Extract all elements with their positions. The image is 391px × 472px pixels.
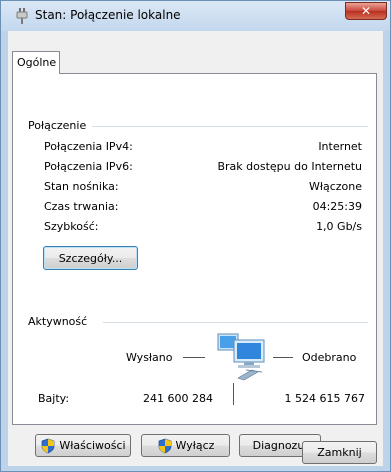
connection-group-divider [83,126,368,127]
window-title: Stan: Połączenie lokalne [35,8,181,22]
properties-label: Właściwości [59,439,126,452]
sent-line [183,357,205,358]
uac-shield-icon [42,438,55,453]
speed-value: 1,0 Gb/s [316,220,362,233]
duration-label: Czas trwania: [44,200,119,213]
properties-button[interactable]: Właściwości [35,434,131,457]
close-label: Zamknij [317,446,362,459]
media-state-value: Włączone [308,180,362,193]
general-tab-panel: Połączenie Połączenia IPv4: Internet Poł… [12,73,377,457]
bytes-received-value: 1 524 615 767 [284,392,365,405]
bytes-sent-value: 241 600 284 [143,392,213,405]
activity-group-label: Aktywność [28,315,94,328]
received-label: Odebrano [302,351,357,364]
network-computers-icon [217,333,265,381]
tab-general[interactable]: Ogólne [12,51,60,74]
ipv6-label: Połączenia IPv6: [44,160,133,173]
window-client-area: Ogólne Połączenie Połączenia IPv4: Inter… [8,31,383,466]
connection-group-label: Połączenie [28,119,93,132]
sent-label: Wysłano [126,351,173,364]
media-state-label: Stan nośnika: [44,180,119,193]
network-plug-icon [16,8,28,24]
close-window-button[interactable]: ✕ [345,2,387,20]
title-bar[interactable]: Stan: Połączenie lokalne ✕ [1,1,390,31]
uac-shield-icon [158,438,171,453]
close-button[interactable]: Zamknij [302,441,377,464]
disable-button[interactable]: Wyłącz [141,434,230,457]
ipv4-value: Internet [318,140,362,153]
status-window: Stan: Połączenie lokalne ✕ Ogólne Połącz… [0,0,391,472]
details-button[interactable]: Szczegóły... [43,246,138,270]
bytes-separator [233,383,234,405]
bytes-label: Bajty: [38,392,70,405]
ipv4-label: Połączenia IPv4: [44,140,133,153]
received-line [273,357,293,358]
activity-group-divider [103,322,368,323]
duration-value: 04:25:39 [312,200,362,213]
disable-label: Wyłącz [175,439,215,452]
ipv6-value: Brak dostępu do Internetu [217,160,362,173]
speed-label: Szybkość: [44,220,99,233]
